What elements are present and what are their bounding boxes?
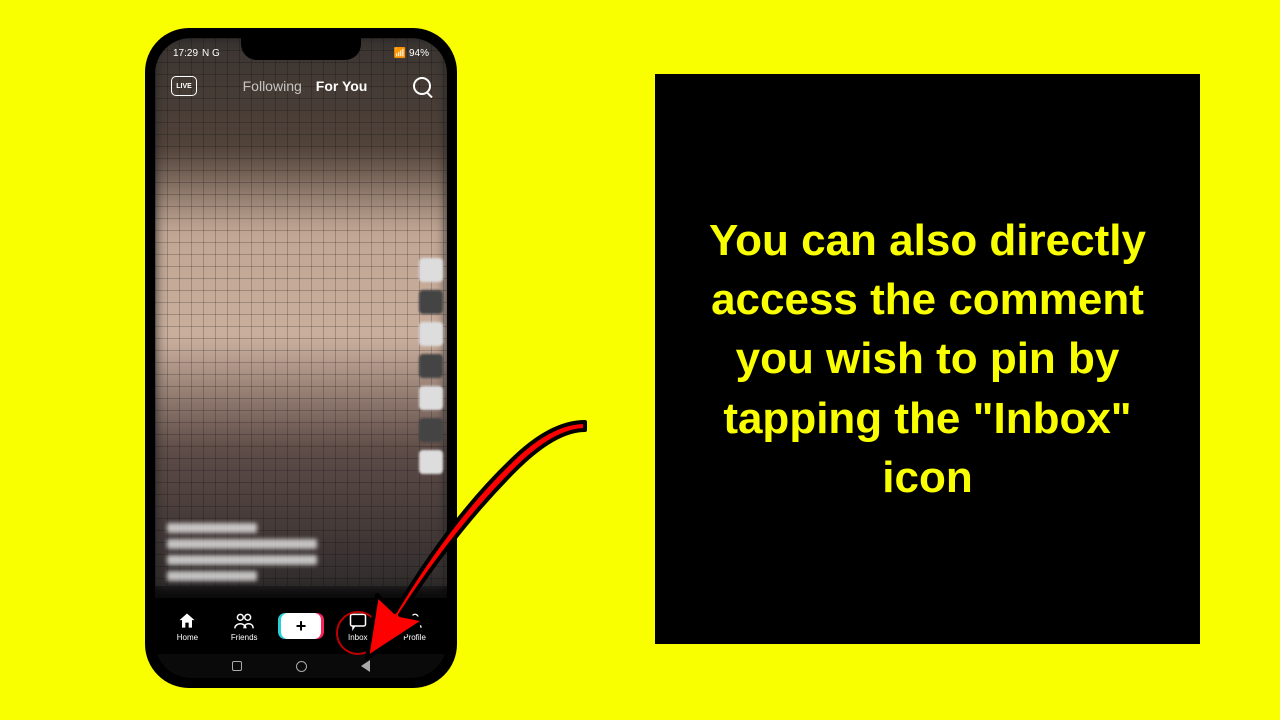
nav-friends[interactable]: Friends [219,611,269,642]
side-thumb [419,290,443,314]
android-home-icon[interactable] [296,661,307,672]
tab-for-you[interactable]: For You [316,78,368,94]
nav-inbox[interactable]: Inbox [333,611,383,642]
nav-create[interactable]: + [276,613,326,639]
phone-notch [241,38,361,60]
side-thumb [419,450,443,474]
caption-area-blurred [167,523,347,581]
live-label: LIVE [176,83,192,90]
side-thumb [419,386,443,410]
status-time: 17:29 [173,48,198,59]
nav-home[interactable]: Home [162,611,212,642]
create-plus: + [296,616,307,637]
profile-icon [404,611,426,631]
android-nav-bar [155,656,447,676]
tab-following[interactable]: Following [243,78,302,94]
nav-friends-label: Friends [231,633,258,642]
signal-icon: 📶 [394,48,406,59]
inbox-icon [347,611,369,631]
instruction-panel: You can also directly access the comment… [655,74,1200,644]
nav-home-label: Home [177,633,198,642]
video-feed[interactable] [155,38,447,586]
phone-frame: 17:29 N G 📶 94% LIVE Following For You [145,28,457,688]
side-action-icons [419,258,443,474]
blur-line [167,571,257,581]
create-icon: + [281,613,321,639]
android-back-icon[interactable] [361,660,370,672]
side-thumb [419,418,443,442]
status-indicators: N G [202,48,220,59]
search-icon[interactable] [413,77,431,95]
blur-line [167,539,317,549]
side-thumb [419,258,443,282]
nav-inbox-label: Inbox [348,633,368,642]
nav-profile[interactable]: Profile [390,611,440,642]
blur-line [167,555,317,565]
phone-screen: 17:29 N G 📶 94% LIVE Following For You [155,38,447,678]
nav-profile-label: Profile [403,633,426,642]
live-icon[interactable]: LIVE [171,76,197,96]
feed-tabs: Following For You [243,78,368,94]
blur-line [167,523,257,533]
home-icon [176,611,198,631]
side-thumb [419,322,443,346]
friends-icon [233,611,255,631]
side-thumb [419,354,443,378]
battery-text: 94% [409,48,429,59]
app-top-bar: LIVE Following For You [155,68,447,104]
android-recent-icon[interactable] [232,661,242,671]
bottom-nav: Home Friends + Inbox [155,598,447,654]
instruction-text: You can also directly access the comment… [687,211,1168,508]
pixel-overlay [155,38,447,586]
